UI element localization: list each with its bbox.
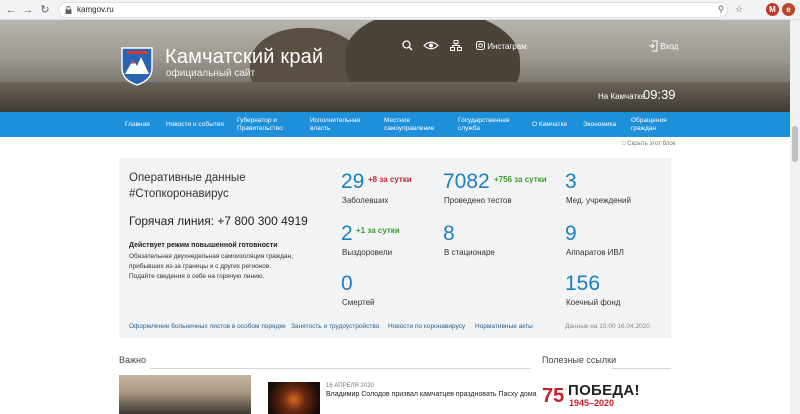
stat-infected-value: 29 xyxy=(341,170,365,193)
employment-link[interactable]: Занятость и трудоустройство xyxy=(291,323,379,330)
lock-icon xyxy=(65,6,72,14)
stat-infected-delta: +8 за сутки xyxy=(368,175,412,184)
covid-title: Оперативные данные xyxy=(129,172,246,184)
notice-text-2: прибывших из-за границы и с других регио… xyxy=(129,263,272,270)
main-navigation: Главная Новости и события Губернатор и П… xyxy=(0,112,800,137)
stat-deaths-value: 0 xyxy=(341,272,353,295)
notice-text-3: Подайте сведения о себе на горячую линию… xyxy=(129,273,265,280)
stat-ventilators-value: 9 xyxy=(565,222,577,245)
local-time-label: На Камчатке xyxy=(598,92,646,101)
site-title[interactable]: Камчатский край xyxy=(165,46,323,69)
stat-recovered-label: Выздоровели xyxy=(342,248,393,257)
stat-hospital-label: В стационаре xyxy=(444,248,495,257)
badge-number: 75 xyxy=(542,385,564,407)
readiness-notice: Действует режим повышенной готовности xyxy=(129,242,278,249)
accessibility-eye-icon[interactable] xyxy=(423,40,439,54)
data-timestamp: Данные на 15:00 16.04.2020 xyxy=(565,323,650,330)
login-link[interactable]: Вход xyxy=(648,40,678,52)
search-page-icon[interactable]: ⚲ xyxy=(715,3,727,15)
url-text: kamgov.ru xyxy=(77,5,114,14)
scrollbar-thumb[interactable] xyxy=(792,126,798,162)
login-icon xyxy=(649,40,658,52)
instagram-label: Инстаграм xyxy=(487,42,527,51)
profile-avatar[interactable]: M xyxy=(766,3,779,16)
instagram-icon xyxy=(476,41,485,50)
reload-icon[interactable]: ↻ xyxy=(38,3,52,17)
victory-75-badge[interactable]: 75 xyxy=(542,380,564,410)
scrollbar-track[interactable] xyxy=(790,20,800,414)
stat-infected-label: Заболевших xyxy=(342,196,389,205)
nav-item-economy[interactable]: Экономика xyxy=(583,121,616,129)
stat-hospital-value: 8 xyxy=(443,222,455,245)
stat-ventilators-label: Аппаратов ИВЛ xyxy=(566,248,624,257)
hide-block-label: Скрыть этот блок xyxy=(627,141,676,147)
covid-info-block: Оперативные данные #Стопкоронавирус Горя… xyxy=(119,158,671,338)
extension-icon[interactable]: e xyxy=(782,3,795,16)
instagram-link[interactable]: Инстаграм xyxy=(476,41,527,51)
stat-deaths-label: Смертей xyxy=(342,298,375,307)
useful-links-heading: Полезные ссылки xyxy=(542,355,617,365)
local-time-value: 09:39 xyxy=(643,87,676,102)
address-bar[interactable]: kamgov.ru xyxy=(58,2,728,18)
stat-recovered-delta: +1 за сутки xyxy=(356,226,400,235)
hotline-phone[interactable]: Горячая линия: +7 800 300 4919 xyxy=(129,214,308,228)
stat-recovered-value: 2 xyxy=(341,222,353,245)
forward-icon[interactable]: → xyxy=(21,3,35,17)
stat-beds-value: 156 xyxy=(565,272,601,295)
news-title-link[interactable]: Владимир Солодов призвал камчатцев празд… xyxy=(326,391,537,398)
news-thumbnail[interactable] xyxy=(268,382,320,414)
victory-banner-years: 1945–2020 xyxy=(569,398,615,408)
browser-toolbar: ← → ↻ kamgov.ru ⚲ ☆ M e xyxy=(0,0,800,20)
nav-item-home[interactable]: Главная xyxy=(125,121,150,129)
star-icon[interactable]: ☆ xyxy=(733,3,745,15)
back-icon[interactable]: ← xyxy=(4,3,18,17)
covid-news-link[interactable]: Новости по коронавирусу xyxy=(388,323,465,330)
featured-news-image[interactable] xyxy=(119,375,251,414)
site-subtitle: официальный сайт xyxy=(166,68,256,79)
search-icon[interactable] xyxy=(402,40,413,54)
stat-tests-value: 7082 xyxy=(443,170,490,193)
nav-item-governor[interactable]: Губернатор и Правительство xyxy=(237,117,292,133)
nav-item-news[interactable]: Новости и события xyxy=(166,121,224,129)
important-section-heading: Важно xyxy=(119,355,147,365)
sick-leave-link[interactable]: Оформление больничных листов в особом по… xyxy=(129,323,286,330)
stat-med-label: Мед. учреждений xyxy=(566,196,631,205)
stat-tests-delta: +756 за сутки xyxy=(494,175,547,184)
nav-item-local-gov[interactable]: Местное самоуправление xyxy=(384,117,444,133)
stat-med-value: 3 xyxy=(565,170,577,193)
nav-item-appeals[interactable]: Обращения граждан xyxy=(631,117,673,133)
nav-item-executive[interactable]: Исполнительная власть xyxy=(310,117,365,133)
kamchatka-emblem-logo[interactable] xyxy=(119,42,155,86)
useful-links-divider xyxy=(612,368,671,369)
important-divider xyxy=(150,368,531,369)
ground-image xyxy=(0,82,800,112)
notice-text-1: Обязательная двухнедельная самоизоляция … xyxy=(129,253,293,260)
hide-block-link[interactable]: □ Скрыть этот блок xyxy=(622,141,675,147)
stat-tests-label: Проведено тестов xyxy=(444,196,512,205)
nav-item-about[interactable]: О Камчатке xyxy=(532,121,567,129)
hero-banner: Камчатский край официальный сайт Инстагр… xyxy=(0,20,800,112)
victory-banner-title[interactable]: ПОБЕДА! xyxy=(568,382,640,399)
news-date: 16 АПРЕЛЯ 2020 xyxy=(326,383,374,389)
nav-item-civil-service[interactable]: Государственная служба xyxy=(458,117,513,133)
sitemap-icon[interactable] xyxy=(450,40,462,54)
normative-acts-link[interactable]: Нормативные акты xyxy=(475,323,533,330)
login-label: Вход xyxy=(660,42,679,51)
stat-beds-label: Коечный фонд xyxy=(566,298,621,307)
covid-hashtag[interactable]: #Стопкоронавирус xyxy=(129,188,229,200)
